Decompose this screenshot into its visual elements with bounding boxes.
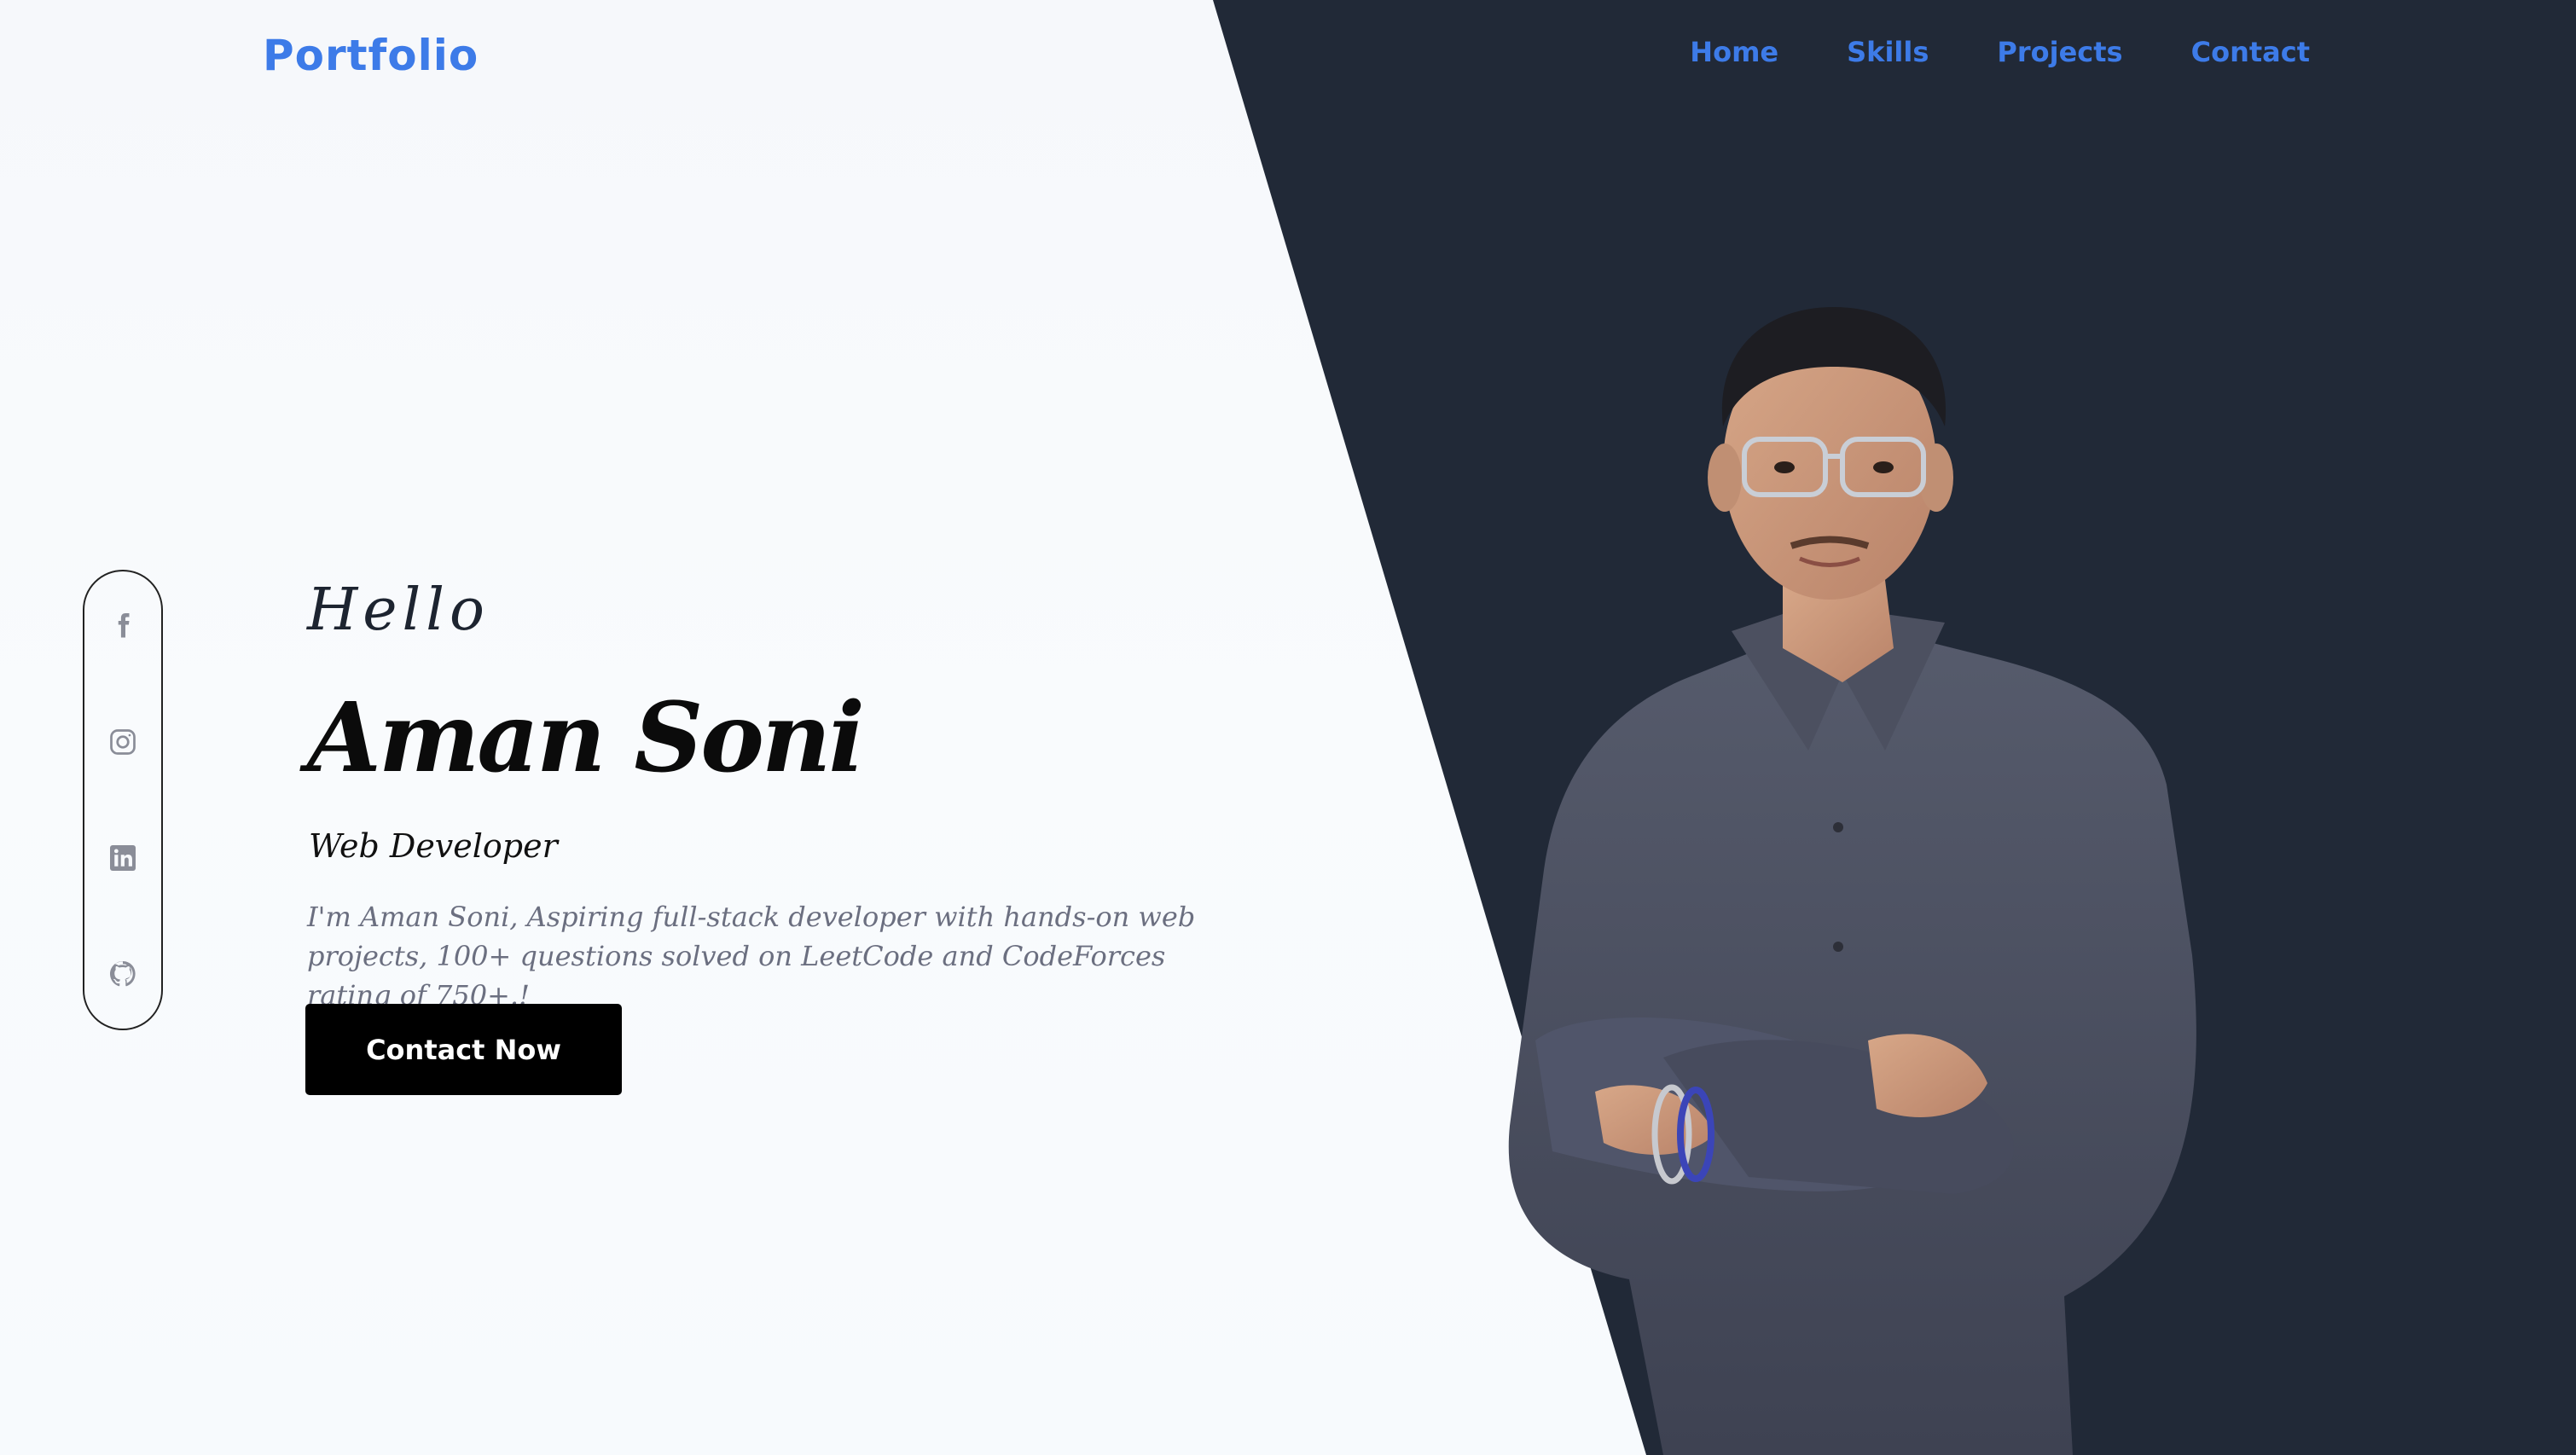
social-links-bar (83, 570, 163, 1030)
hero-name: Aman Soni (307, 682, 865, 794)
contact-now-button[interactable]: Contact Now (305, 1004, 622, 1095)
nav-link-projects[interactable]: Projects (1997, 36, 2122, 68)
main-nav: Home Skills Projects Contact (1690, 36, 2310, 68)
github-icon[interactable] (107, 959, 138, 989)
instagram-icon[interactable] (107, 727, 138, 757)
linkedin-icon[interactable] (107, 843, 138, 873)
nav-link-skills[interactable]: Skills (1847, 36, 1929, 68)
nav-link-home[interactable]: Home (1690, 36, 1778, 68)
nav-link-contact[interactable]: Contact (2191, 36, 2310, 68)
hero-role: Web Developer (309, 827, 558, 865)
hero-greeting: Hello (307, 577, 490, 644)
profile-photo (1442, 273, 2209, 1455)
hero-bio: I'm Aman Soni, Aspiring full-stack devel… (307, 901, 1196, 1012)
facebook-icon[interactable] (107, 611, 138, 641)
site-logo[interactable]: Portfolio (263, 31, 479, 80)
